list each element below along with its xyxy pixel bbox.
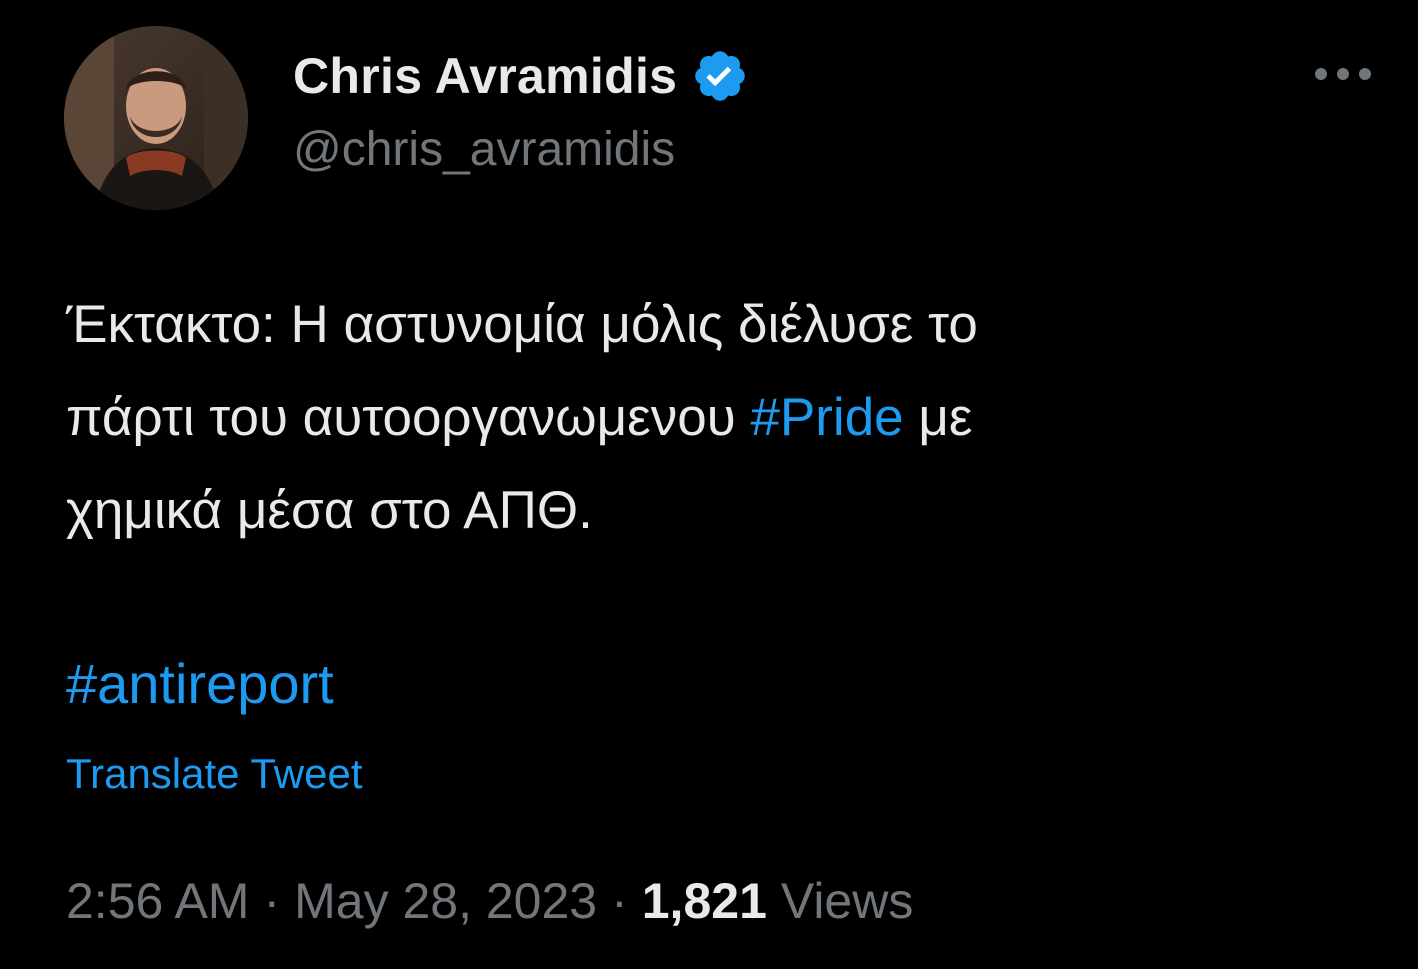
tweet-text-segment: πάρτι του αυτοοργανωμενου bbox=[66, 388, 751, 447]
views-label[interactable]: Views bbox=[781, 872, 913, 930]
tweet-time[interactable]: 2:56 AM bbox=[66, 872, 249, 930]
profile-photo-icon bbox=[64, 26, 248, 210]
more-horizontal-icon bbox=[1315, 68, 1371, 80]
tweet-text-line: πάρτι του αυτοοργανωμενου #Pride με bbox=[66, 371, 1366, 464]
verified-badge-icon[interactable] bbox=[691, 47, 749, 105]
tweet-text-line: Έκτακτο: Η αστυνομία μόλις διέλυσε το bbox=[66, 295, 978, 354]
tweet-meta: 2:56 AM · May 28, 2023 · 1,821 Views bbox=[66, 872, 913, 930]
author-handle[interactable]: @chris_avramidis bbox=[293, 122, 675, 177]
tweet-date[interactable]: May 28, 2023 bbox=[294, 872, 597, 930]
views-count[interactable]: 1,821 bbox=[642, 872, 767, 930]
hashtag-antireport-link[interactable]: #antireport bbox=[66, 644, 334, 724]
more-options-button[interactable] bbox=[1306, 48, 1380, 100]
tweet-text-segment: με bbox=[903, 388, 973, 447]
tweet-text: Έκτακτο: Η αστυνομία μόλις διέλυσε το πά… bbox=[66, 278, 1366, 557]
display-name[interactable]: Chris Avramidis bbox=[293, 47, 677, 105]
meta-separator: · bbox=[263, 873, 281, 929]
avatar[interactable] bbox=[64, 26, 248, 210]
translate-tweet-link[interactable]: Translate Tweet bbox=[66, 750, 362, 798]
hashtag-pride-link[interactable]: #Pride bbox=[750, 388, 903, 447]
tweet-text-line: χημικά μέσα στο ΑΠΘ. bbox=[66, 481, 593, 540]
author-name-row[interactable]: Chris Avramidis bbox=[293, 44, 749, 108]
meta-separator: · bbox=[611, 873, 628, 929]
